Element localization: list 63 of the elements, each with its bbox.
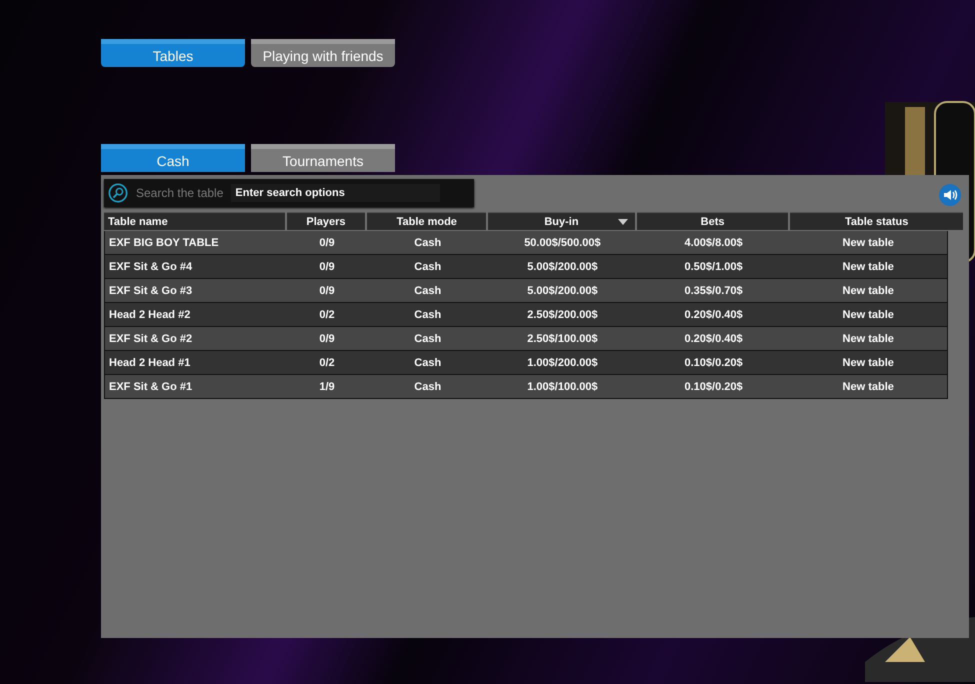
table-cell-text: 0/2: [318, 356, 336, 370]
table-row[interactable]: EXF Sit & Go #2 0/9 Cash 2.50$/100.00$ 0.20$/0.40$ New table: [105, 327, 947, 351]
table-cell-text: 0/9: [318, 332, 336, 346]
table-cell-text: 5.00$/200.00$: [526, 260, 599, 274]
table-cell-text: New table: [842, 356, 895, 370]
tab[interactable]: Playing with friends: [251, 39, 395, 67]
column-header[interactable]: Table mode: [367, 212, 486, 230]
table-cell-text: Head 2 Head #2: [108, 308, 192, 322]
table-row[interactable]: EXF Sit & Go #3 0/9 Cash 5.00$/200.00$ 0.35$/0.70$ New table: [105, 279, 947, 303]
table-cell-text: 2.50$/200.00$: [526, 308, 599, 322]
table-cell-text: Cash: [413, 380, 442, 394]
table-cell-text: Cash: [413, 332, 442, 346]
table-cell-text: EXF Sit & Go #2: [108, 332, 194, 346]
table-cell-text: 0/9: [318, 236, 336, 250]
table-cell-text: 0/9: [318, 260, 336, 274]
table-cell-text: 1.00$/200.00$: [526, 356, 599, 370]
table-cell-text: 0.10$/0.20$: [684, 380, 744, 394]
table-cell-text: Cash: [413, 284, 442, 298]
table-cell-text: Cash: [413, 356, 442, 370]
table-cell-text: 0.20$/0.40$: [684, 332, 744, 346]
column-header[interactable]: Buy-in: [488, 212, 635, 230]
table-cell-text: 50.00$/500.00$: [523, 236, 602, 250]
table-cell-text: New table: [842, 308, 895, 322]
column-header[interactable]: Bets: [636, 212, 788, 230]
column-header[interactable]: Players: [286, 212, 366, 230]
table-cell-text: 0.10$/0.20$: [684, 356, 744, 370]
tab[interactable]: Tournaments: [251, 144, 395, 172]
table-cell-text: 0.35$/0.70$: [684, 284, 744, 298]
tab[interactable]: Cash: [101, 144, 245, 172]
table-cell-text: 1/9: [318, 380, 336, 394]
speaker-icon[interactable]: [939, 184, 961, 206]
table-cell-text: EXF Sit & Go #3: [108, 284, 194, 298]
table-cell-text: New table: [842, 260, 895, 274]
table-cell-text: New table: [842, 380, 895, 394]
table-row[interactable]: EXF Sit & Go #4 0/9 Cash 5.00$/200.00$ 0.50$/1.00$ New table: [105, 255, 947, 279]
table-cell-text: 2.50$/100.00$: [526, 332, 599, 346]
table-cell-text: New table: [842, 332, 895, 346]
table-cell-text: 5.00$/200.00$: [526, 284, 599, 298]
table-cell-text: EXF Sit & Go #4: [108, 260, 194, 274]
search-field[interactable]: Enter search options: [231, 184, 440, 202]
search-label: Search the table: [136, 186, 224, 200]
table-cell-text: Cash: [413, 308, 442, 322]
table-cell-text: Head 2 Head #1: [108, 356, 192, 370]
table-cell-text: New table: [842, 284, 895, 298]
table-cell-text: Cash: [413, 236, 442, 250]
column-header[interactable]: Table status: [790, 212, 963, 230]
table-cell-text: 0.20$/0.40$: [684, 308, 744, 322]
tab[interactable]: Tables: [101, 39, 245, 67]
table-cell-text: New table: [842, 236, 895, 250]
table-row[interactable]: EXF Sit & Go #1 1/9 Cash 1.00$/100.00$ 0.10$/0.20$ New table: [105, 375, 947, 398]
table-cell-text: 4.00$/8.00$: [684, 236, 744, 250]
table-cell-text: EXF BIG BOY TABLE: [108, 236, 220, 250]
table-cell-text: 1.00$/100.00$: [526, 380, 599, 394]
table-row[interactable]: Head 2 Head #2 0/2 Cash 2.50$/200.00$ 0.20$/0.40$ New table: [105, 303, 947, 327]
table-cell-text: Cash: [413, 260, 442, 274]
table-row[interactable]: EXF BIG BOY TABLE 0/9 Cash 50.00$/500.00$ 4.00$/8.00$ New table: [105, 231, 947, 255]
search-icon[interactable]: [108, 183, 128, 203]
table-cell-text: EXF Sit & Go #1: [108, 380, 194, 394]
table-cell-text: 0/2: [318, 308, 336, 322]
column-header[interactable]: Table name: [104, 212, 285, 230]
table-cell-text: 0.50$/1.00$: [684, 260, 744, 274]
table-row[interactable]: Head 2 Head #1 0/2 Cash 1.00$/200.00$ 0.10$/0.20$ New table: [105, 351, 947, 375]
table-cell-text: 0/9: [318, 284, 336, 298]
